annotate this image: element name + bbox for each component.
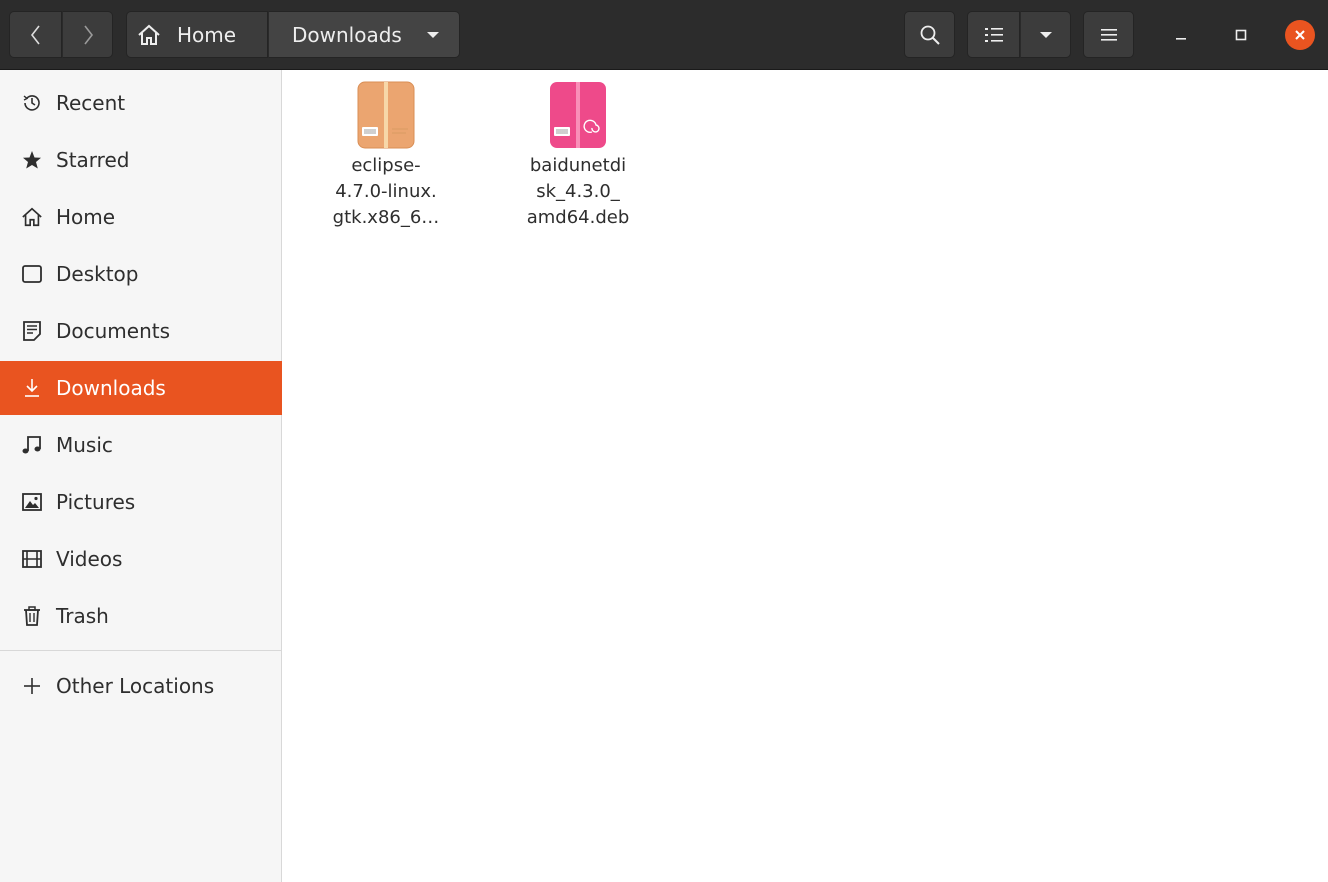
maximize-icon [1235, 29, 1247, 41]
sidebar-item-label: Starred [56, 148, 130, 172]
view-options-dropdown[interactable] [1020, 11, 1071, 58]
search-button[interactable] [904, 11, 955, 58]
search-icon [920, 25, 940, 45]
home-icon [20, 205, 44, 229]
path-home-label: Home [177, 22, 237, 47]
close-icon [1295, 30, 1305, 40]
list-view-icon [984, 27, 1003, 42]
chevron-down-icon [1039, 31, 1052, 38]
chevron-right-icon [83, 25, 93, 44]
sidebar-item-label: Documents [56, 319, 171, 343]
forward-button[interactable] [62, 11, 113, 58]
file-name: baidunetdi sk_4.3.0_ amd64.deb [526, 155, 630, 228]
file-name: eclipse- 4.7.0-linux. gtk.x86_6… [332, 155, 440, 228]
header-bar: Home Downloads [0, 0, 1328, 70]
chevron-left-icon [30, 25, 40, 44]
file-item-eclipse[interactable]: eclipse- 4.7.0-linux. gtk.x86_6… [311, 80, 461, 231]
film-icon [20, 547, 44, 571]
back-button[interactable] [9, 11, 62, 58]
sidebar-item-starred[interactable]: Starred [0, 133, 282, 187]
picture-icon [20, 490, 44, 514]
sidebar: Recent Starred Home Desktop Documents Do… [0, 70, 282, 882]
sidebar-item-videos[interactable]: Videos [0, 532, 282, 586]
home-icon [138, 24, 160, 45]
maximize-button[interactable] [1226, 21, 1256, 49]
close-button[interactable] [1285, 20, 1315, 50]
sidebar-item-recent[interactable]: Recent [0, 76, 282, 130]
sidebar-item-desktop[interactable]: Desktop [0, 247, 282, 301]
main-menu-button[interactable] [1083, 11, 1134, 58]
path-downloads-label: Downloads [292, 22, 402, 47]
sidebar-item-label: Other Locations [56, 674, 215, 698]
sidebar-item-other-locations[interactable]: Other Locations [0, 659, 282, 713]
hamburger-menu-icon [1100, 28, 1117, 41]
sidebar-item-documents[interactable]: Documents [0, 304, 282, 358]
sidebar-item-label: Trash [56, 604, 109, 628]
minimize-button[interactable] [1166, 21, 1196, 49]
music-note-icon [20, 433, 44, 457]
clock-icon [20, 91, 44, 115]
file-item-baidunetdisk[interactable]: baidunetdi sk_4.3.0_ amd64.deb [503, 80, 653, 231]
document-icon [20, 319, 44, 343]
sidebar-item-label: Music [56, 433, 113, 457]
plus-icon [20, 674, 44, 698]
sidebar-item-label: Recent [56, 91, 126, 115]
download-icon [20, 376, 44, 400]
minimize-icon [1176, 38, 1186, 40]
sidebar-item-label: Videos [56, 547, 123, 571]
sidebar-separator [0, 650, 282, 651]
star-icon [20, 148, 44, 172]
debian-package-icon [550, 82, 606, 148]
sidebar-item-home[interactable]: Home [0, 190, 282, 244]
sidebar-item-downloads[interactable]: Downloads [0, 361, 282, 415]
chevron-down-icon [426, 31, 439, 38]
sidebar-item-label: Home [56, 205, 116, 229]
sidebar-item-music[interactable]: Music [0, 418, 282, 472]
desktop-icon [20, 262, 44, 286]
view-mode-button[interactable] [967, 11, 1020, 58]
archive-package-icon [357, 81, 415, 149]
sidebar-item-pictures[interactable]: Pictures [0, 475, 282, 529]
sidebar-item-label: Pictures [56, 490, 136, 514]
file-view: eclipse- 4.7.0-linux. gtk.x86_6… baidune… [283, 70, 1328, 882]
path-downloads-button[interactable]: Downloads [268, 11, 460, 58]
path-home-button[interactable]: Home [126, 11, 268, 58]
sidebar-item-trash[interactable]: Trash [0, 589, 282, 643]
trash-icon [20, 604, 44, 628]
sidebar-item-label: Downloads [56, 376, 166, 400]
sidebar-item-label: Desktop [56, 262, 139, 286]
